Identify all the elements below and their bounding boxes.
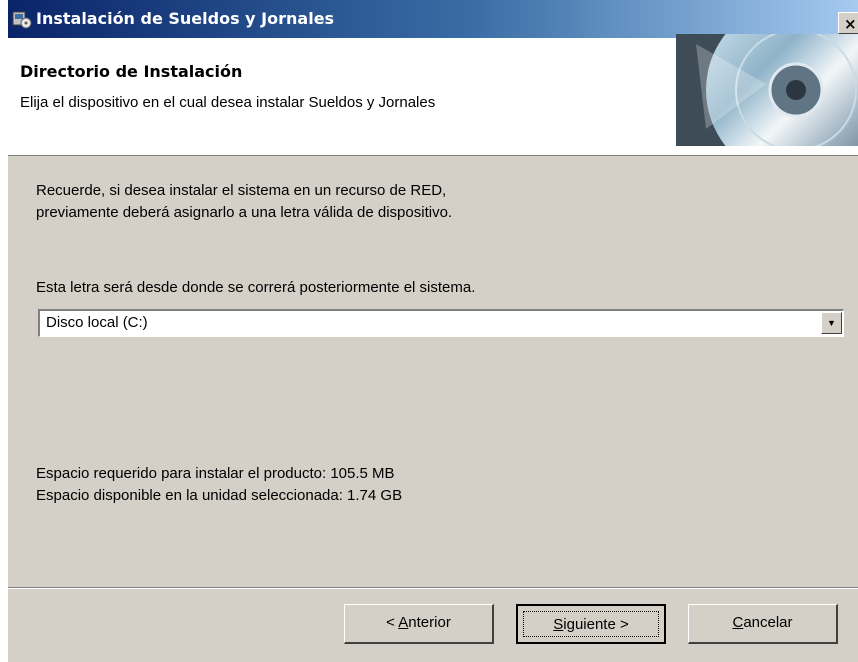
installer-window: Instalación de Sueldos y Jornales × Dire… <box>8 0 858 662</box>
next-button[interactable]: Siguiente > <box>516 604 666 644</box>
next-button-mnemonic: S <box>553 616 564 633</box>
back-button-label: nterior <box>408 614 451 631</box>
focus-rectangle: Siguiente > <box>523 611 659 637</box>
drive-select-value: Disco local (C:) <box>46 314 148 331</box>
chevron-down-icon: ▼ <box>827 318 836 328</box>
network-notice-line1: Recuerde, si desea instalar el sistema e… <box>36 182 447 199</box>
close-button[interactable]: × <box>838 12 858 34</box>
back-button-mnemonic: A <box>398 614 409 631</box>
window-title: Instalación de Sueldos y Jornales <box>36 9 335 28</box>
drive-select[interactable]: Disco local (C:) ▼ <box>38 309 844 337</box>
cancel-button[interactable]: Cancelar <box>688 604 838 644</box>
cancel-button-mnemonic: C <box>732 614 744 631</box>
space-available-text: Espacio disponible en la unidad seleccio… <box>36 487 403 504</box>
network-notice-line2: previamente deberá asignarlo a una letra… <box>36 204 453 221</box>
drive-label: Esta letra será desde donde se correrá p… <box>36 279 476 296</box>
title-bar: Instalación de Sueldos y Jornales × <box>8 0 858 38</box>
next-button-label: iguiente > <box>563 616 629 633</box>
back-button-prefix: < <box>386 614 399 631</box>
dropdown-button[interactable]: ▼ <box>821 312 842 334</box>
wizard-header: Directorio de Instalación Elija el dispo… <box>8 34 858 156</box>
space-required-text: Espacio requerido para instalar el produ… <box>36 465 395 482</box>
page-title: Directorio de Instalación <box>20 62 243 81</box>
back-button[interactable]: < Anterior <box>344 604 494 644</box>
cancel-button-label: ancelar <box>743 614 793 631</box>
close-icon: × <box>844 15 857 33</box>
installer-icon <box>12 9 32 29</box>
cd-disc-image <box>676 34 858 146</box>
footer-separator <box>8 587 858 589</box>
page-subtitle: Elija el dispositivo en el cual desea in… <box>20 94 436 111</box>
